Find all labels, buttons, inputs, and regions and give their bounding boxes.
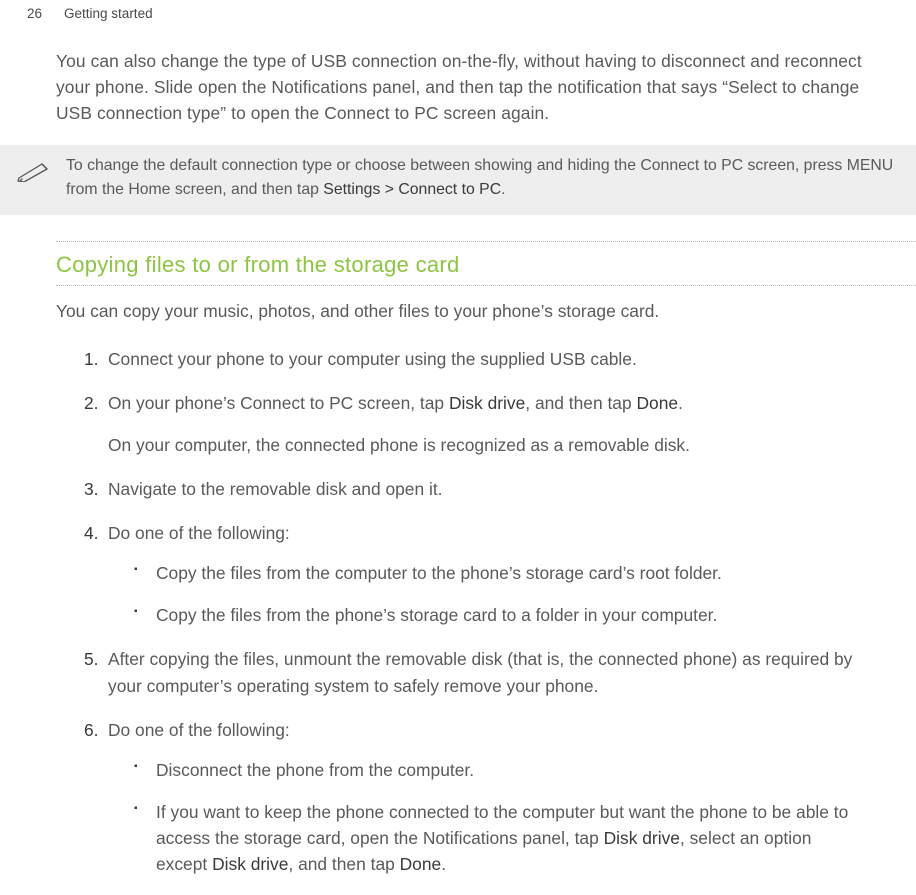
step-6-text: Do one of the following: [108,720,290,740]
note-bold: Settings > Connect to PC [323,181,501,198]
step-2-mid: , and then tap [525,393,636,413]
step-6-bullets: Disconnect the phone from the computer. … [108,757,884,877]
step-1-text: Connect your phone to your computer usin… [108,349,637,369]
page-content: You can also change the type of USB conn… [0,24,916,877]
step-2-bold1: Disk drive [449,393,525,413]
note-post: . [501,181,505,198]
chapter-title: Getting started [64,4,153,24]
step-2-pre: On your phone’s Connect to PC screen, ta… [108,393,449,413]
step-1: Connect your phone to your computer usin… [108,346,916,372]
divider-top [56,241,916,242]
step-3: Navigate to the removable disk and open … [108,476,916,502]
step-3-text: Navigate to the removable disk and open … [108,479,443,499]
s6b2-bold2: Disk drive [212,854,288,874]
step-5-text: After copying the files, unmount the rem… [108,649,852,695]
steps-list: Connect your phone to your computer usin… [56,346,916,878]
note-text: To change the default connection type or… [66,154,898,203]
step-5: After copying the files, unmount the rem… [108,646,916,698]
step-4: Do one of the following: Copy the files … [108,520,916,628]
step-6-bullet-2: If you want to keep the phone connected … [156,799,884,877]
step-4-bullet-1: Copy the files from the computer to the … [156,560,884,586]
s6b2-bold1: Disk drive [604,828,680,848]
step-2-post: . [678,393,683,413]
step-4-text: Do one of the following: [108,523,290,543]
s6b2-mid2: , and then tap [288,854,399,874]
s6b2-bold3: Done [400,854,442,874]
pencil-icon [14,158,52,184]
intro-paragraph: You can also change the type of USB conn… [56,48,916,126]
page-header: 26 Getting started [0,0,916,24]
step-6-bullet-1: Disconnect the phone from the computer. [156,757,884,783]
step-2: On your phone’s Connect to PC screen, ta… [108,390,916,458]
note-box: To change the default connection type or… [0,145,916,215]
divider-bottom [56,285,916,286]
s6b2-post: . [441,854,446,874]
section-intro: You can copy your music, photos, and oth… [56,298,916,324]
step-4-bullet-2: Copy the files from the phone’s storage … [156,602,884,628]
step-6: Do one of the following: Disconnect the … [108,717,916,878]
step-2-sub: On your computer, the connected phone is… [108,432,884,458]
page-number: 26 [27,4,42,24]
step-2-bold2: Done [636,393,678,413]
section-title: Copying files to or from the storage car… [56,248,916,281]
step-4-bullets: Copy the files from the computer to the … [108,560,884,628]
